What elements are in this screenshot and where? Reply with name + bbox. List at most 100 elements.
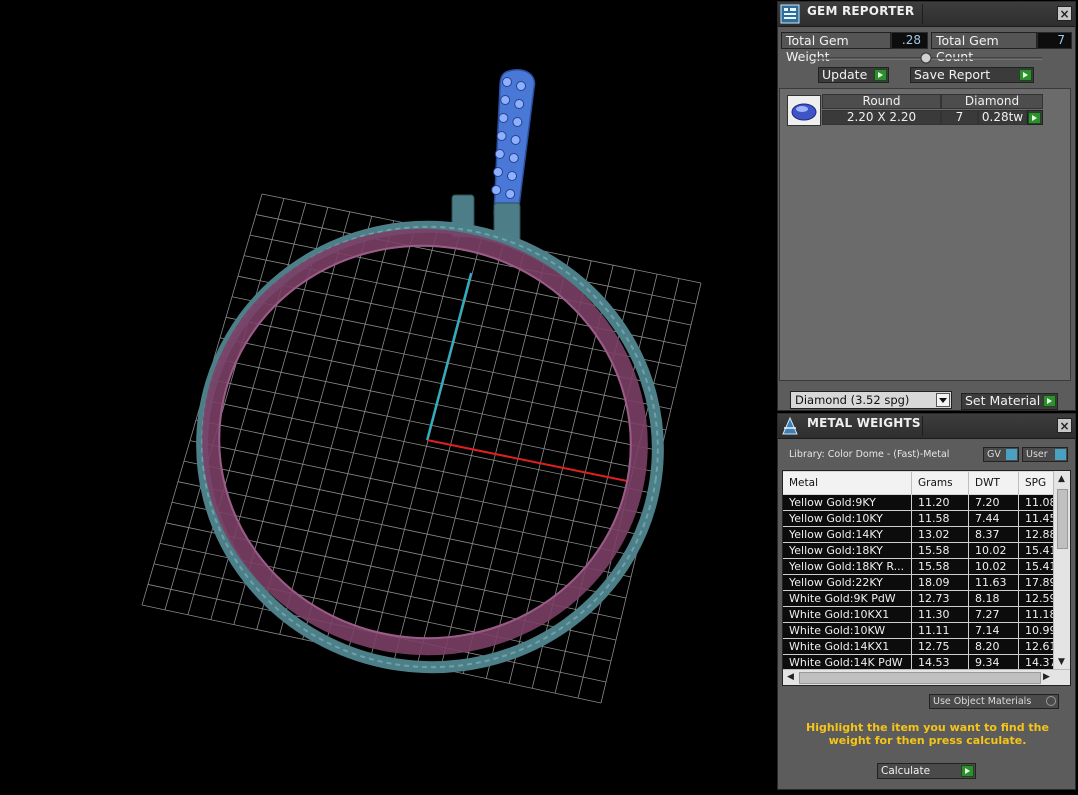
bail-stone (505, 189, 516, 199)
table-cell: 12.88 (1019, 527, 1055, 542)
table-cell: 13.02 (912, 527, 969, 542)
user-button[interactable]: User (1022, 447, 1068, 462)
bail-stone (516, 81, 526, 91)
update-button[interactable]: Update (818, 67, 889, 83)
table-row[interactable]: Yellow Gold:18KY 15.58 10.02 15.41 (783, 543, 1055, 559)
report-slider[interactable] (812, 52, 1042, 64)
library-label: Library: Color Dome - (Fast)-Metal (789, 449, 950, 460)
column-header[interactable]: Metal (783, 472, 912, 494)
bail-stone (512, 117, 523, 127)
gem-material: Diamond (941, 94, 1043, 109)
table-cell: 8.18 (969, 591, 1019, 606)
set-material-button[interactable]: Set Material (961, 393, 1058, 410)
user-label: User (1026, 449, 1048, 460)
total-gem-count-value: 7 (1037, 32, 1072, 49)
chevron-down-icon[interactable] (936, 393, 950, 407)
table-row[interactable]: Yellow Gold:9KY 11.20 7.20 11.08 (783, 495, 1055, 511)
gv-button[interactable]: GV (983, 447, 1019, 462)
bail-stone (496, 131, 507, 141)
gem-weight: 0.28tw (978, 110, 1027, 125)
scroll-left-icon[interactable]: ◀ (787, 672, 794, 682)
play-icon (1019, 69, 1032, 81)
table-cell: 7.14 (969, 623, 1019, 638)
gem-size: 2.20 X 2.20 (822, 110, 941, 125)
scene-canvas[interactable] (0, 0, 776, 795)
total-gem-weight-value: .28 (891, 32, 928, 49)
gem-shape: Round (822, 94, 941, 109)
table-cell: 10.02 (969, 543, 1019, 558)
table-row[interactable]: Yellow Gold:22KY 18.09 11.63 17.89 (783, 575, 1055, 591)
table-cell: 11.20 (912, 495, 969, 510)
horizontal-scrollbar[interactable]: ◀ ▶ (783, 669, 1070, 685)
table-row[interactable]: White Gold:9K PdW 12.73 8.18 12.59 (783, 591, 1055, 607)
use-object-materials-label: Use Object Materials (933, 696, 1032, 707)
table-cell: White Gold:10KW (783, 623, 912, 638)
gem-details-button[interactable] (1027, 110, 1043, 125)
set-material-label: Set Material (965, 393, 1041, 408)
table-cell: 12.61 (1019, 639, 1055, 654)
table-row[interactable]: White Gold:10KW 11.11 7.14 10.99 (783, 623, 1055, 639)
vertical-scrollbar[interactable]: ▲ ▼ (1053, 471, 1070, 671)
table-cell: 7.20 (969, 495, 1019, 510)
bail-stone (502, 77, 512, 87)
bail-stone (507, 171, 517, 181)
table-cell: 11.30 (912, 607, 969, 622)
table-cell: White Gold:10KX1 (783, 607, 912, 622)
column-header[interactable]: Grams (912, 472, 969, 494)
gem-reporter-icon (780, 4, 800, 24)
metal-weights-titlebar[interactable]: METAL WEIGHTS × (778, 414, 1075, 439)
table-cell: 10.02 (969, 559, 1019, 574)
table-row[interactable]: White Gold:14KX1 12.75 8.20 12.61 (783, 639, 1055, 655)
column-header[interactable]: DWT (969, 472, 1019, 494)
info-icon (1006, 449, 1017, 460)
column-header[interactable]: SPG (1019, 472, 1055, 494)
gem-thumbnail[interactable] (787, 95, 821, 126)
scrollbar-thumb[interactable] (799, 672, 1041, 684)
title-separator (922, 4, 923, 24)
instruction-text: Highlight the item you want to find the … (806, 721, 1049, 747)
total-gem-weight-label: Total Gem Weight (781, 32, 891, 64)
pendant-bail[interactable] (451, 68, 536, 242)
save-report-label: Save Report (914, 67, 991, 82)
table-cell: 15.41 (1019, 559, 1055, 574)
table-row[interactable]: White Gold:10KX1 11.30 7.27 11.18 (783, 607, 1055, 623)
3d-viewport[interactable] (0, 0, 776, 795)
gem-reporter-titlebar[interactable]: GEM REPORTER × (778, 2, 1075, 27)
title-separator (922, 416, 923, 436)
table-cell: Yellow Gold:14KY (783, 527, 912, 542)
scale-icon (782, 416, 798, 435)
table-cell: 7.44 (969, 511, 1019, 526)
play-icon (874, 69, 887, 81)
play-icon (1043, 395, 1056, 407)
table-cell: 11.11 (912, 623, 969, 638)
table-cell: Yellow Gold:18KY (783, 543, 912, 558)
scrollbar-thumb[interactable] (1057, 489, 1068, 549)
material-select[interactable]: Diamond (3.52 spg) (790, 391, 952, 409)
table-cell: 12.73 (912, 591, 969, 606)
bail-stone (508, 153, 519, 163)
metal-weights-table[interactable]: Metal Grams DWT SPG Yellow Gold:9KY 11.20 7.2… (782, 470, 1071, 686)
scroll-up-icon[interactable]: ▲ (1058, 474, 1065, 484)
info-icon (1055, 449, 1066, 460)
table-cell: Yellow Gold:18KY R... (783, 559, 912, 574)
gem-reporter-title: GEM REPORTER (807, 4, 915, 18)
bail-stone (510, 135, 521, 145)
table-row[interactable]: Yellow Gold:14KY 13.02 8.37 12.88 (783, 527, 1055, 543)
gem-list[interactable] (779, 88, 1071, 381)
close-icon[interactable]: × (1057, 6, 1072, 21)
gv-label: GV (987, 449, 1001, 460)
bail-stone (493, 167, 503, 177)
close-icon[interactable]: × (1057, 418, 1072, 433)
scroll-down-icon[interactable]: ▼ (1058, 657, 1065, 667)
table-row[interactable]: Yellow Gold:18KY R... 15.58 10.02 15.41 (783, 559, 1055, 575)
table-cell: 18.09 (912, 575, 969, 590)
round-gem-icon (791, 103, 817, 121)
calculate-button[interactable]: Calculate (877, 763, 976, 779)
table-row[interactable]: Yellow Gold:10KY 11.58 7.44 11.45 (783, 511, 1055, 527)
scroll-right-icon[interactable]: ▶ (1043, 672, 1050, 682)
gem-count: 7 (941, 110, 978, 125)
slider-knob (920, 52, 932, 64)
save-report-button[interactable]: Save Report (910, 67, 1034, 83)
use-object-materials-toggle[interactable]: Use Object Materials (929, 694, 1059, 709)
ground-grid (141, 193, 702, 704)
